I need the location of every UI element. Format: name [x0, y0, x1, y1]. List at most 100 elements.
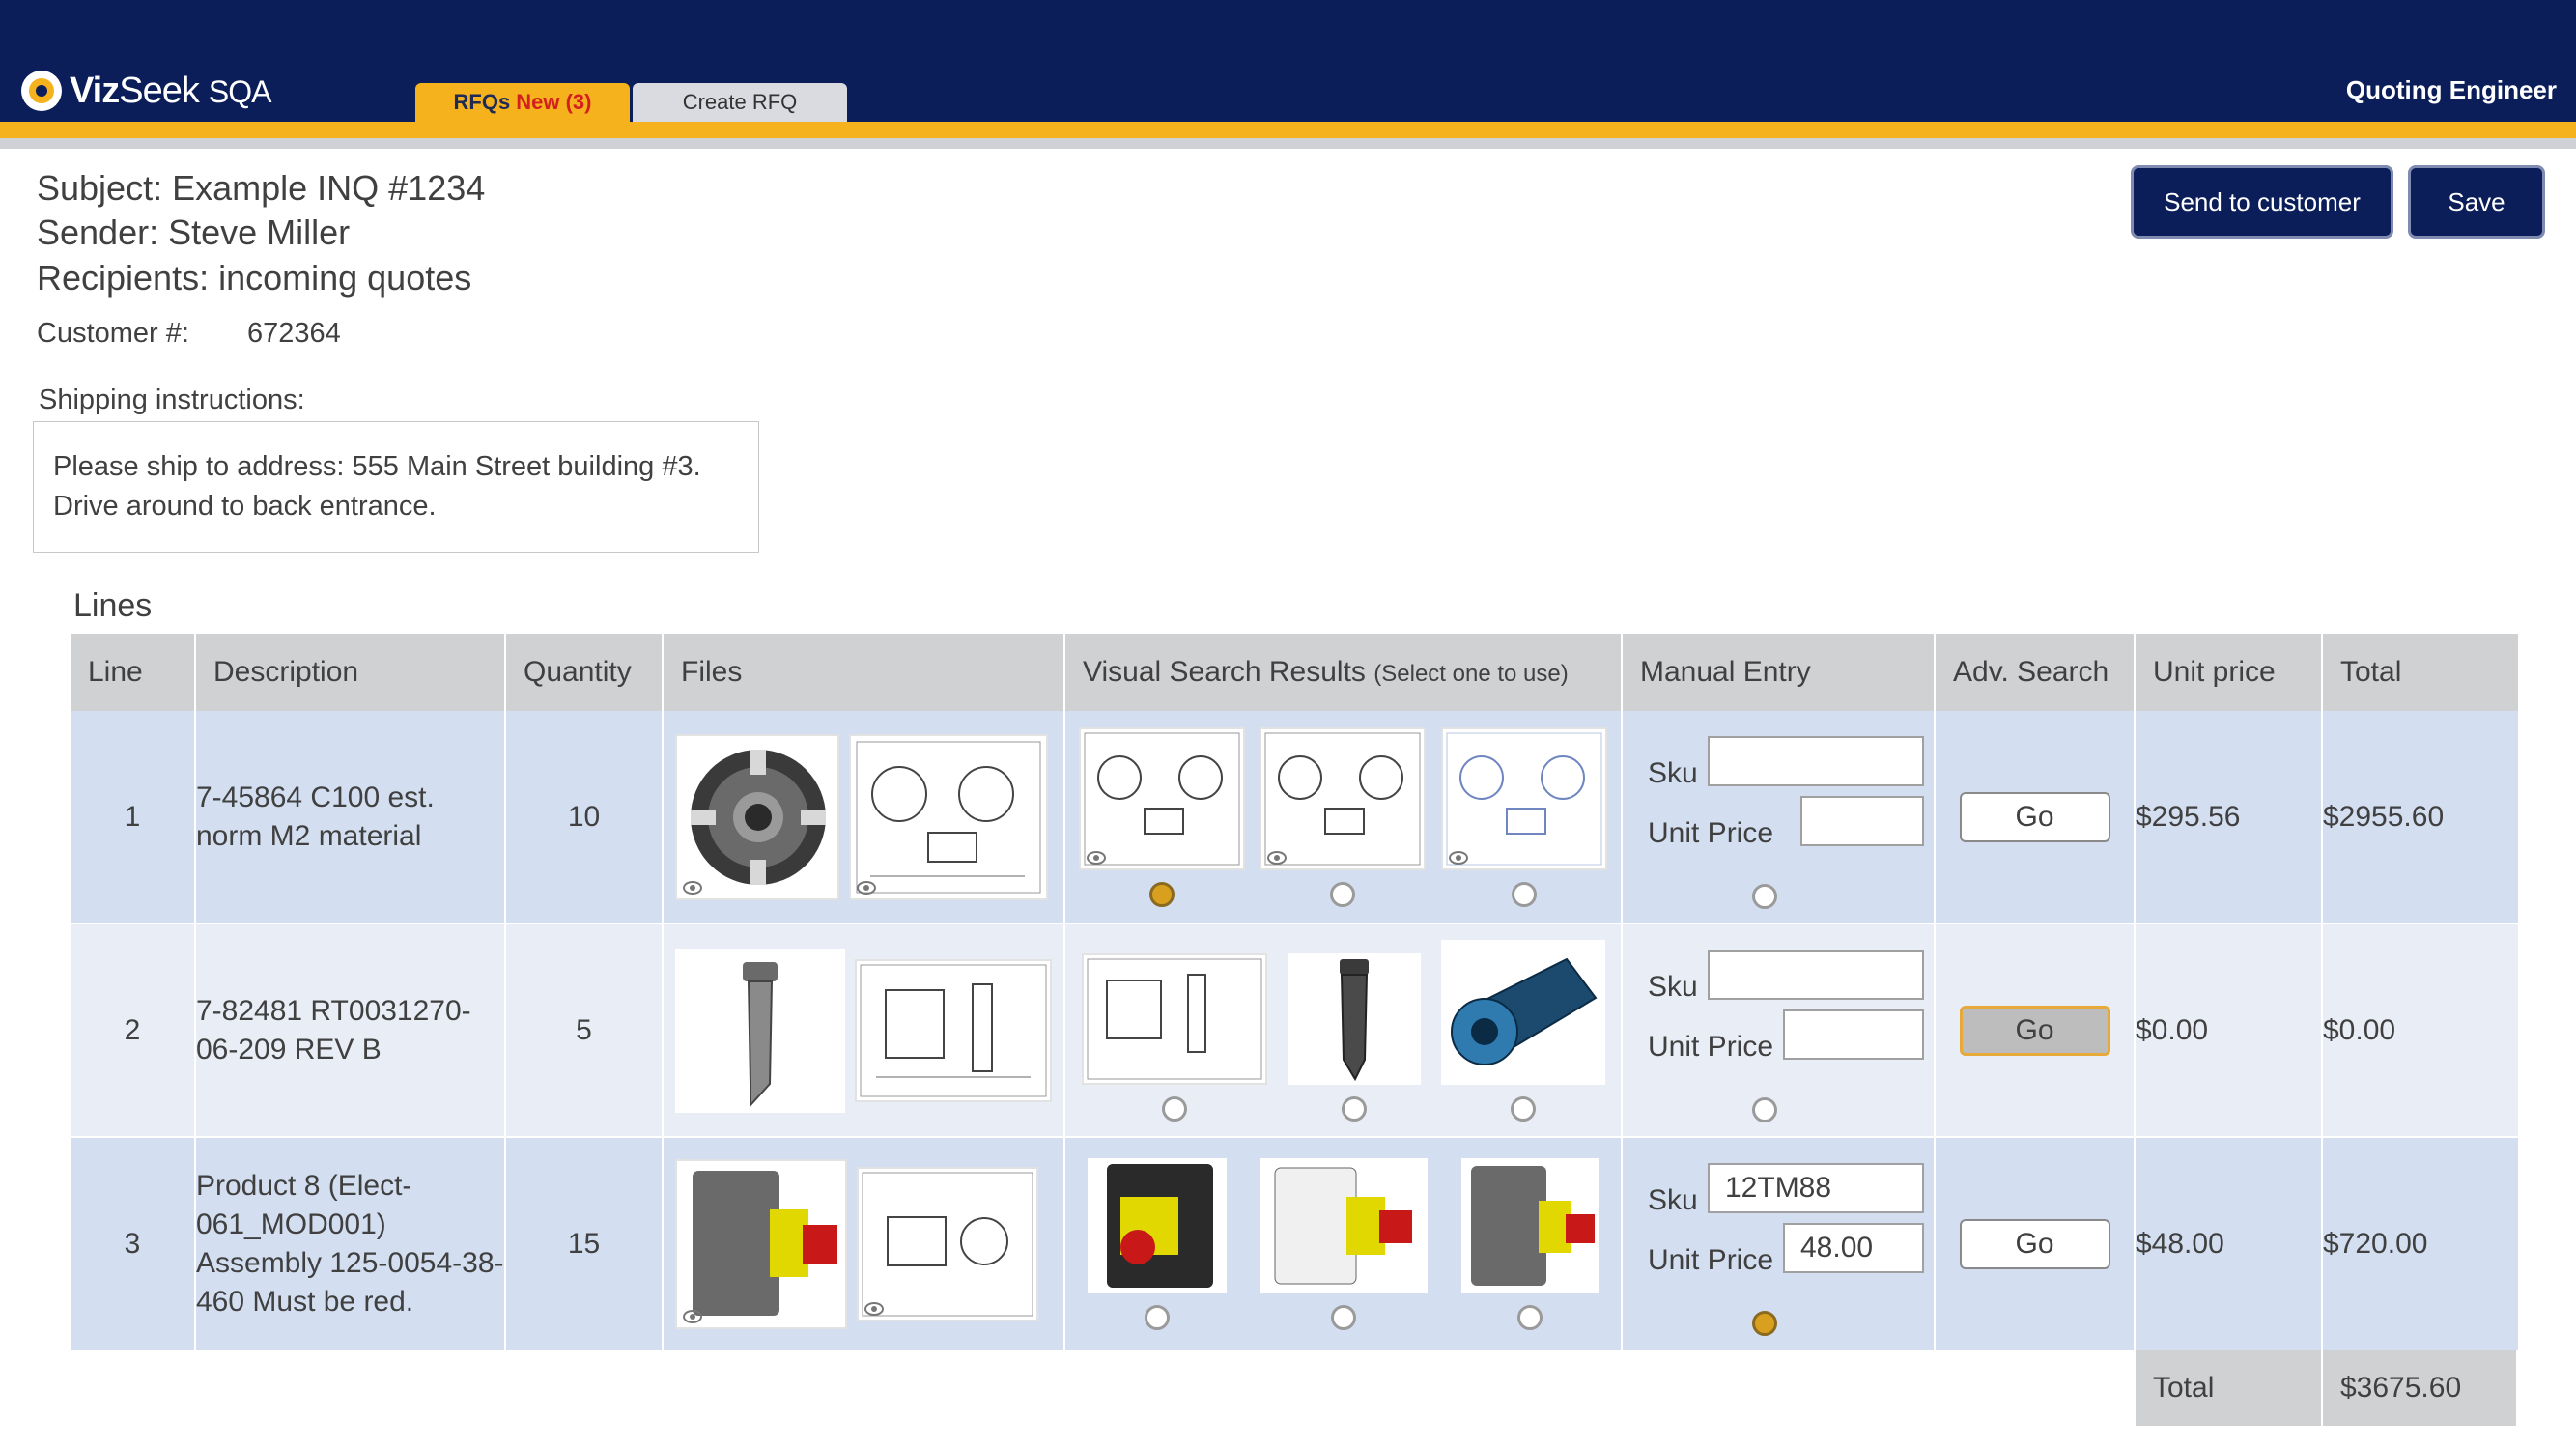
line-description: Product 8 (Elect-061_MOD001) Assembly 12… [195, 1137, 506, 1350]
tab-rfqs[interactable]: RFQs New (3) [415, 83, 630, 122]
col-header-visual-search: Visual Search Results (Select one to use… [1064, 634, 1623, 711]
table-row: 1 7-45864 C100 est. norm M2 material 10 [71, 711, 2520, 923]
eye-icon[interactable] [1086, 850, 1106, 865]
visual-search-cell [1064, 711, 1623, 923]
visual-result[interactable] [1081, 952, 1267, 1122]
visual-result-thumbnail[interactable] [1260, 1157, 1429, 1293]
shipping-instructions-box[interactable]: Please ship to address: 555 Main Street … [33, 421, 759, 553]
line-number: 1 [71, 711, 196, 923]
visual-result-thumbnail[interactable] [1088, 1157, 1228, 1293]
visual-result[interactable] [1088, 1157, 1228, 1330]
user-role[interactable]: Quoting Engineer [2346, 75, 2557, 105]
unit-price-label: Unit Price [1648, 817, 1774, 849]
sku-input[interactable] [1708, 736, 1924, 786]
line-total-value: $0.00 [2322, 923, 2520, 1138]
unit-price-label: Unit Price [1648, 1031, 1774, 1063]
visual-result-thumbnail[interactable] [1081, 952, 1267, 1085]
visual-result[interactable] [1460, 1157, 1599, 1330]
send-to-customer-button[interactable]: Send to customer [2131, 165, 2393, 239]
files-cell [663, 1137, 1065, 1350]
visual-result-radio[interactable] [1161, 1095, 1187, 1122]
visual-result-radio[interactable] [1331, 1304, 1357, 1330]
eye-icon[interactable] [864, 1301, 884, 1316]
visual-result-thumbnail[interactable] [1460, 1157, 1599, 1293]
go-button[interactable]: Go [1959, 1005, 2110, 1056]
technical-drawing-icon [862, 1172, 1033, 1316]
go-button[interactable]: Go [1959, 1218, 2110, 1269]
switch-part-icon [1470, 1165, 1595, 1286]
line-description: 7-82481 RT0031270-06-209 REV B [195, 923, 506, 1138]
technical-drawing-icon [1087, 958, 1261, 1079]
file-thumbnail-drawing[interactable] [857, 1166, 1038, 1321]
sku-label: Sku [1648, 971, 1698, 1003]
sku-input[interactable]: 12TM88 [1708, 1163, 1924, 1213]
vizseek-logo[interactable]: VizSeek SQA [21, 70, 271, 112]
manual-entry-cell: Sku Unit Price [1622, 923, 1936, 1138]
pin-part-icon [1339, 958, 1369, 1081]
visual-result[interactable] [1441, 726, 1608, 907]
visual-result-thumbnail[interactable] [1260, 726, 1427, 870]
visual-result-radio[interactable] [1510, 1095, 1536, 1122]
manual-entry-cell: Sku Unit Price [1622, 711, 1936, 923]
eye-icon[interactable] [1267, 850, 1288, 865]
save-button[interactable]: Save [2408, 165, 2545, 239]
file-thumbnail-3d-part[interactable] [675, 733, 839, 900]
sku-label: Sku [1648, 1184, 1698, 1216]
visual-result[interactable] [1287, 952, 1421, 1122]
technical-drawing-icon [1446, 732, 1602, 865]
visual-result-radio[interactable] [1516, 1304, 1543, 1330]
shipping-instructions-label: Shipping instructions: [39, 384, 305, 415]
line-number: 2 [71, 923, 196, 1138]
manual-entry-radio[interactable] [1752, 884, 1777, 909]
adv-search-cell: Go [1935, 1137, 2136, 1350]
visual-result-thumbnail[interactable] [1287, 952, 1421, 1085]
col-header-files: Files [663, 634, 1065, 711]
table-header-row: Line Description Quantity Files Visual S… [71, 634, 2520, 711]
visual-result-radio[interactable] [1330, 881, 1356, 907]
visual-result-radio[interactable] [1341, 1095, 1367, 1122]
table-row: 2 7-82481 RT0031270-06-209 REV B 5 Sku U… [71, 923, 2520, 1138]
visual-result-thumbnail[interactable] [1440, 939, 1605, 1085]
file-thumbnail-3d-part[interactable] [675, 1158, 847, 1329]
file-thumbnail-drawing[interactable] [855, 958, 1052, 1102]
logo-text: VizSeek SQA [70, 70, 271, 111]
visual-result-radio[interactable] [1512, 881, 1538, 907]
visual-result-radio-selected[interactable] [1148, 881, 1175, 907]
app-header [0, 0, 2576, 122]
eye-icon[interactable] [683, 1309, 702, 1323]
file-thumbnail-3d-part[interactable] [675, 948, 845, 1113]
files-cell [663, 923, 1065, 1138]
new-count-badge: New (3) [516, 90, 592, 114]
go-button[interactable]: Go [1959, 791, 2110, 842]
grand-total-value: $3675.60 [2323, 1350, 2516, 1426]
visual-search-header-hint: (Select one to use) [1373, 661, 1569, 687]
unit-price-label: Unit Price [1648, 1244, 1774, 1276]
manual-entry-radio-selected[interactable] [1752, 1311, 1777, 1336]
adv-search-cell: Go [1935, 711, 2136, 923]
header-divider [0, 138, 2576, 149]
manual-entry-radio[interactable] [1752, 1097, 1777, 1122]
visual-result[interactable] [1260, 726, 1427, 907]
unit-price-input[interactable] [1800, 796, 1924, 846]
eye-icon[interactable] [857, 880, 876, 895]
eye-icon[interactable] [1449, 850, 1469, 865]
manual-entry-cell: Sku 12TM88 Unit Price 48.00 [1622, 1137, 1936, 1350]
visual-result[interactable] [1440, 939, 1605, 1122]
col-header-line: Line [71, 634, 196, 711]
customer-number-label: Customer #: [37, 318, 189, 349]
file-thumbnail-drawing[interactable] [849, 733, 1048, 900]
pin-part-icon [743, 961, 778, 1108]
sender-text: Sender: Steve Miller [37, 213, 351, 252]
sku-input[interactable] [1708, 950, 1924, 1000]
visual-result-radio[interactable] [1145, 1304, 1171, 1330]
tab-create-rfq[interactable]: Create RFQ [633, 83, 847, 122]
eye-icon[interactable] [683, 880, 702, 895]
unit-price-value: $48.00 [2135, 1137, 2323, 1350]
visual-result[interactable] [1078, 726, 1245, 907]
customer-number-value: 672364 [247, 318, 341, 349]
unit-price-input[interactable]: 48.00 [1783, 1223, 1924, 1273]
visual-result[interactable] [1260, 1157, 1429, 1330]
visual-result-thumbnail[interactable] [1078, 726, 1245, 870]
unit-price-input[interactable] [1783, 1009, 1924, 1060]
visual-result-thumbnail[interactable] [1441, 726, 1608, 870]
